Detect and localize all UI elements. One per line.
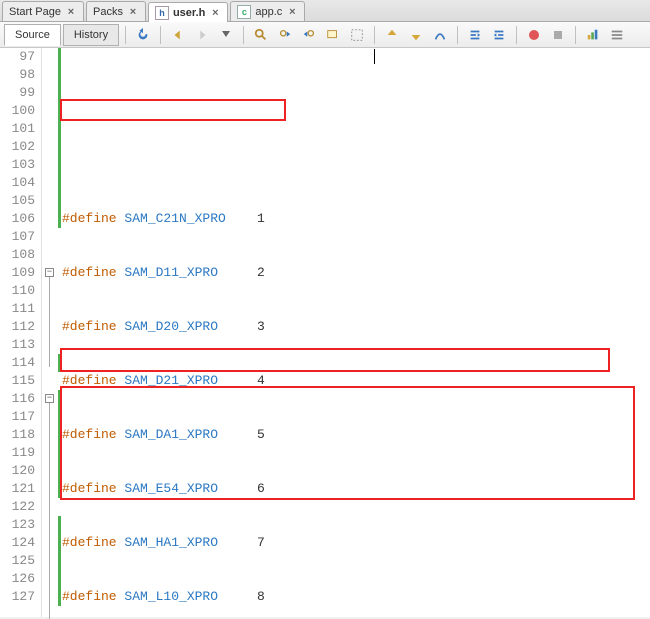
file-tab-bar: Start Page × Packs × h user.h × c app.c …	[0, 0, 650, 22]
separator	[125, 26, 126, 44]
fold-toggle-icon[interactable]: −	[45, 394, 54, 403]
tab-app-c[interactable]: c app.c ×	[230, 1, 305, 21]
indent-right-icon[interactable]	[488, 24, 510, 46]
code-editor[interactable]: 9798991001011021031041051061071081091101…	[0, 48, 650, 617]
separator	[457, 26, 458, 44]
stats-icon[interactable]	[582, 24, 604, 46]
code-line: #define SAM_DA1_XPRO 5	[58, 426, 650, 444]
fold-column[interactable]: −−	[42, 48, 58, 617]
code-line: #define SAM_D20_XPRO 3	[58, 318, 650, 336]
build-icon[interactable]	[429, 24, 451, 46]
forward-icon[interactable]	[191, 24, 213, 46]
change-marker	[58, 390, 61, 498]
tab-user-h[interactable]: h user.h ×	[148, 2, 228, 22]
annotation-highlight	[60, 348, 610, 372]
change-marker	[58, 354, 61, 372]
tab-start-page[interactable]: Start Page ×	[2, 1, 84, 21]
close-icon[interactable]: ×	[286, 6, 298, 18]
change-marker	[58, 516, 61, 606]
close-icon[interactable]: ×	[127, 6, 139, 18]
stop-icon[interactable]	[547, 24, 569, 46]
separator	[374, 26, 375, 44]
indent-left-icon[interactable]	[464, 24, 486, 46]
tab-label: Packs	[93, 6, 123, 18]
tab-packs[interactable]: Packs ×	[86, 1, 146, 21]
line-number-gutter: 9798991001011021031041051061071081091101…	[0, 48, 42, 617]
view-tab-source[interactable]: Source	[4, 24, 61, 46]
close-icon[interactable]: ×	[65, 6, 77, 18]
editor-toolbar: Source History	[0, 22, 650, 48]
change-marker	[58, 48, 61, 228]
view-label: Source	[15, 29, 50, 41]
separator	[243, 26, 244, 44]
annotation-highlight	[60, 99, 286, 121]
refresh-icon[interactable]	[132, 24, 154, 46]
separator	[516, 26, 517, 44]
separator	[160, 26, 161, 44]
shift-up-icon[interactable]	[381, 24, 403, 46]
back-icon[interactable]	[167, 24, 189, 46]
down-icon[interactable]	[215, 24, 237, 46]
separator	[575, 26, 576, 44]
close-icon[interactable]: ×	[209, 7, 221, 19]
record-icon[interactable]	[523, 24, 545, 46]
find-icon[interactable]	[250, 24, 272, 46]
tab-label: Start Page	[9, 6, 61, 18]
view-tab-history[interactable]: History	[63, 24, 119, 46]
code-line: #define SAM_D11_XPRO 2	[58, 264, 650, 282]
code-line: #define SAM_E54_XPRO 6	[58, 480, 650, 498]
tab-label: app.c	[255, 6, 282, 18]
shift-down-icon[interactable]	[405, 24, 427, 46]
view-label: History	[74, 29, 108, 41]
code-line: #define SAM_D21_XPRO 4	[58, 372, 650, 390]
file-icon: h	[155, 6, 169, 20]
code-line: #define SAM_L10_XPRO 8	[58, 588, 650, 606]
find-prev-icon[interactable]	[274, 24, 296, 46]
toggle-icon[interactable]	[346, 24, 368, 46]
find-next-icon[interactable]	[298, 24, 320, 46]
code-area[interactable]: #define SAM_C21N_XPRO 1 #define SAM_D11_…	[58, 48, 650, 617]
code-line: #define SAM_HA1_XPRO 7	[58, 534, 650, 552]
highlight-icon[interactable]	[322, 24, 344, 46]
file-icon: c	[237, 5, 251, 19]
tab-label: user.h	[173, 7, 205, 19]
text-cursor	[374, 49, 375, 64]
code-line: #define SAM_C21N_XPRO 1	[58, 210, 650, 228]
settings-icon[interactable]	[606, 24, 628, 46]
fold-toggle-icon[interactable]: −	[45, 268, 54, 277]
